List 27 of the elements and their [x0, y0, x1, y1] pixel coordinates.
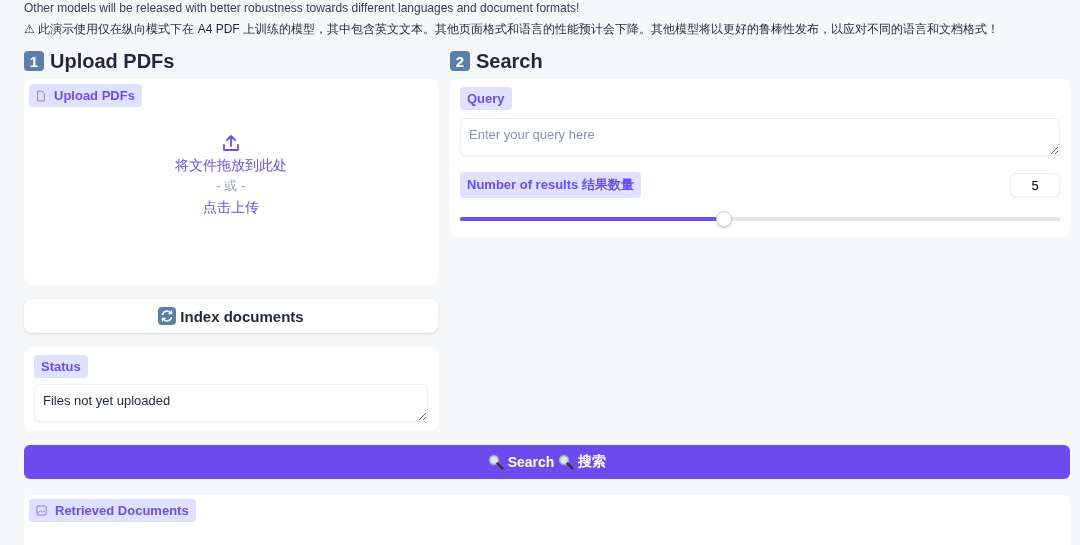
- file-icon: [36, 89, 46, 102]
- field-label: Retrieved Documents: [29, 499, 196, 522]
- upload-panel[interactable]: Upload PDFs 将文件拖放到此处 - 或 - 点击上传: [24, 79, 438, 285]
- magnifier-icon: [487, 454, 504, 470]
- number-badge: 1: [24, 51, 44, 71]
- status-field[interactable]: Files not yet uploaded: [34, 384, 428, 422]
- search-button[interactable]: Search 搜索: [24, 445, 1070, 479]
- or-text: - 或 -: [216, 177, 246, 195]
- slider-handle[interactable]: [716, 211, 732, 227]
- info-text: Other models will be released with better robustness towards different languages and document formats!: [24, 0, 581, 16]
- field-label: Upload PDFs: [29, 84, 142, 107]
- upload-link[interactable]: 点击上传: [203, 197, 259, 217]
- upload-icon: [221, 133, 241, 153]
- image-icon: [36, 505, 47, 516]
- section-heading: Upload PDFs: [50, 49, 175, 73]
- drop-text: 将文件拖放到此处: [175, 156, 287, 175]
- index-button[interactable]: Index documents: [24, 299, 438, 333]
- number-field[interactable]: 5: [1010, 173, 1060, 197]
- number-badge: 2: [450, 51, 470, 71]
- section-heading: Search: [476, 49, 543, 73]
- field-label: Status: [34, 355, 88, 378]
- warning-text: ⚠ 此演示使用仅在纵向模式下在 A4 PDF 上训练的模型，其中包含英文文本。其他页面格式和语言的性能预计会下降。其他模型将以更好的鲁棒性发布，以应对不同的语言和文档格式！: [24, 21, 1000, 37]
- field-label: Query: [460, 87, 512, 110]
- query-field[interactable]: Enter your query here: [460, 118, 1060, 156]
- field-label: Number of results 结果数量: [460, 172, 641, 198]
- refresh-icon: [158, 307, 177, 325]
- magnifier-icon: [558, 454, 575, 470]
